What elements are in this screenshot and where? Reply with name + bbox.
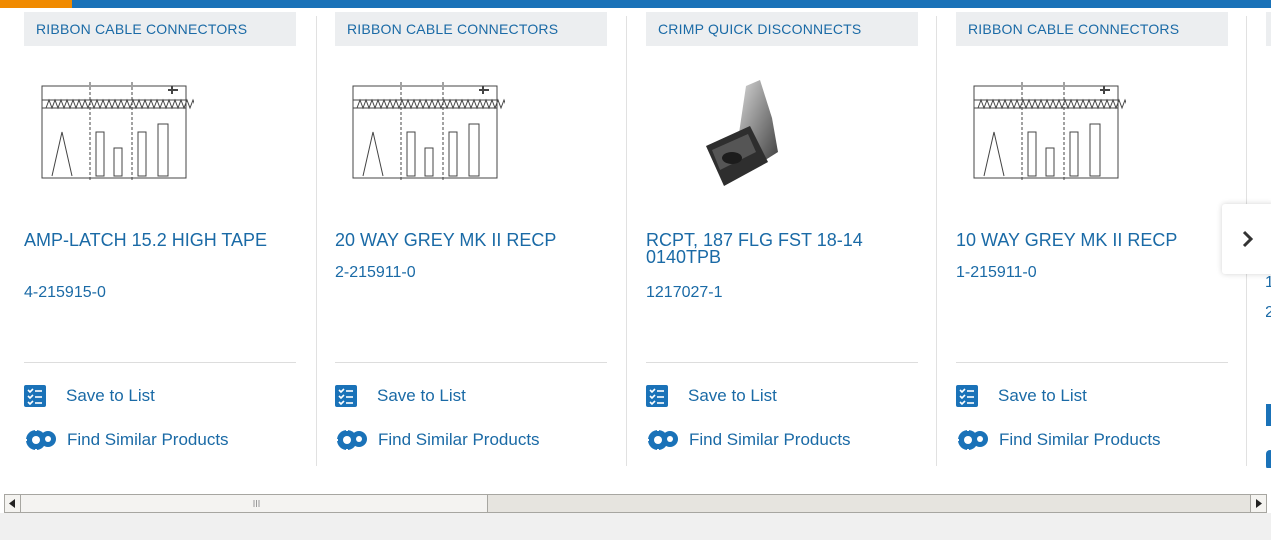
top-accent-orange	[0, 0, 72, 8]
card-separator	[626, 16, 627, 466]
carousel-next-button[interactable]	[1222, 204, 1271, 274]
scrollbar-thumb[interactable]	[21, 495, 488, 512]
list-icon[interactable]	[1266, 404, 1271, 426]
save-to-list-button[interactable]: Save to List	[646, 384, 777, 408]
find-similar-label: Find Similar Products	[689, 430, 851, 449]
product-card: CRIMP QUICK DISCONNECTS RCPT, 187 FLG FS…	[646, 8, 918, 468]
save-to-list-label: Save to List	[998, 386, 1087, 405]
product-image-ribbon-connector[interactable]	[34, 68, 194, 198]
product-image-ribbon-connector[interactable]	[345, 68, 505, 198]
gears-icon	[646, 428, 680, 452]
product-image-ribbon-connector[interactable]	[966, 68, 1126, 198]
part-number-link[interactable]: 4-215915-0	[24, 284, 106, 302]
card-separator	[936, 16, 937, 466]
scroll-right-button[interactable]	[1250, 495, 1266, 512]
horizontal-scrollbar[interactable]	[4, 494, 1267, 513]
list-icon	[646, 385, 668, 407]
save-to-list-button[interactable]: Save to List	[956, 384, 1087, 408]
product-title-link[interactable]: 20 WAY GREY MK II RECP	[335, 231, 605, 249]
top-accent-bar	[0, 0, 1271, 8]
save-to-list-button[interactable]: Save to List	[335, 384, 466, 408]
card-divider	[335, 362, 607, 363]
save-to-list-label: Save to List	[377, 386, 466, 405]
find-similar-button[interactable]: Find Similar Products	[335, 428, 540, 452]
scroll-left-button[interactable]	[5, 495, 21, 512]
product-title-link[interactable]: AMP-LATCH 15.2 HIGH TAPE	[24, 231, 294, 249]
part-number-fragment[interactable]: 2	[1266, 304, 1271, 322]
card-separator	[316, 16, 317, 466]
card-divider	[24, 362, 296, 363]
card-divider	[646, 362, 918, 363]
list-icon	[24, 385, 46, 407]
part-number-link[interactable]: 1217027-1	[646, 284, 723, 302]
gears-icon	[335, 428, 369, 452]
category-tag[interactable]: RIBBON CABLE CONNECTORS	[335, 12, 607, 46]
gears-icon	[24, 428, 58, 452]
find-similar-button[interactable]: Find Similar Products	[956, 428, 1161, 452]
find-similar-label: Find Similar Products	[999, 430, 1161, 449]
category-tag[interactable]: RIBBON CABLE CONNECTORS	[956, 12, 1228, 46]
chevron-right-icon	[1242, 230, 1254, 248]
list-icon	[956, 385, 978, 407]
part-number-link[interactable]: 1-215911-0	[956, 264, 1037, 282]
gears-icon	[956, 428, 990, 452]
category-tag[interactable]: RIBBON CABLE CONNECTORS	[24, 12, 296, 46]
card-divider	[956, 362, 1228, 363]
product-title-link[interactable]: RCPT, 187 FLG FST 18-14 0140TPB	[646, 231, 916, 266]
find-similar-button[interactable]: Find Similar Products	[24, 428, 229, 452]
category-tag[interactable]: CRIMP QUICK DISCONNECTS	[646, 12, 918, 46]
category-tag-partial	[1266, 12, 1271, 46]
grip-icon	[253, 500, 260, 507]
arrow-left-icon	[9, 499, 15, 508]
product-carousel: RIBBON CABLE CONNECTORS AMP-LATCH 15.2 H…	[0, 8, 1271, 488]
part-number-link[interactable]: 2-215911-0	[335, 264, 416, 282]
page-footer-area	[0, 513, 1271, 540]
find-similar-button[interactable]: Find Similar Products	[646, 428, 851, 452]
product-card: RIBBON CABLE CONNECTORS 20 WAY GREY MK I…	[335, 8, 607, 468]
find-similar-label: Find Similar Products	[67, 430, 229, 449]
product-card: RIBBON CABLE CONNECTORS AMP-LATCH 15.2 H…	[24, 8, 296, 468]
arrow-right-icon	[1256, 499, 1262, 508]
save-to-list-label: Save to List	[688, 386, 777, 405]
save-to-list-label: Save to List	[66, 386, 155, 405]
gears-icon[interactable]	[1266, 450, 1271, 468]
save-to-list-button[interactable]: Save to List	[24, 384, 155, 408]
product-card: RIBBON CABLE CONNECTORS 10 WAY GREY MK I…	[956, 8, 1228, 468]
product-image-quick-disconnect[interactable]	[686, 66, 816, 196]
list-icon	[335, 385, 357, 407]
find-similar-label: Find Similar Products	[378, 430, 540, 449]
product-title-fragment[interactable]: 1	[1266, 274, 1271, 292]
product-title-link[interactable]: 10 WAY GREY MK II RECP	[956, 231, 1226, 249]
